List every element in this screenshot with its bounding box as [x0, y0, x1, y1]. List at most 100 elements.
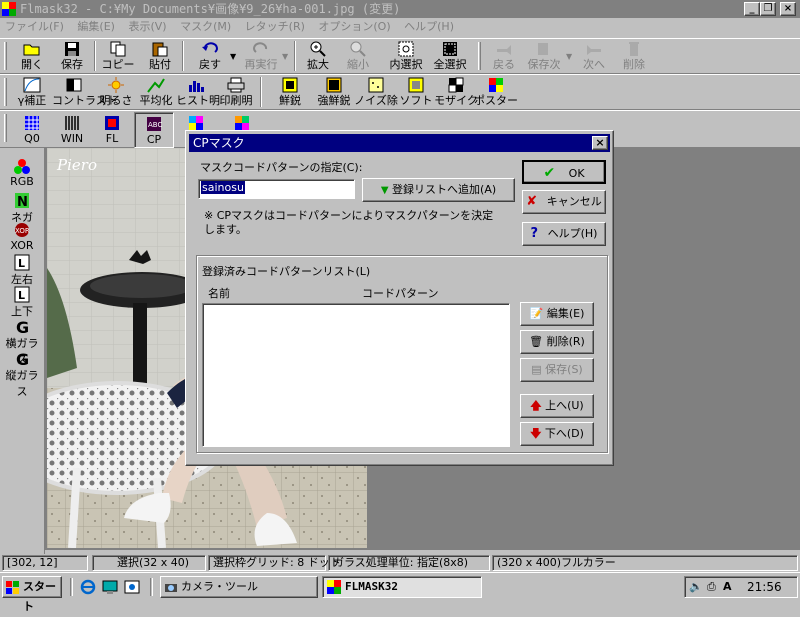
restore-button[interactable]: ❐	[760, 2, 776, 16]
save-list-button[interactable]: ▤ 保存(S)	[520, 358, 594, 382]
save-next-button[interactable]: 保存次	[522, 38, 566, 74]
column-name-header: 名前	[208, 287, 230, 300]
rgb-circles-icon	[14, 159, 30, 174]
vertical-glass-button[interactable]: G 縦ガラス	[2, 350, 42, 398]
zoom-in-button[interactable]: 拡大	[298, 38, 338, 74]
negative-button[interactable]: N ネガ	[2, 192, 42, 226]
task-flmask32-label: FLMASK32	[345, 580, 398, 593]
menu-retouch[interactable]: レタッチ(R)	[240, 20, 310, 33]
pattern-input[interactable]: sainosu	[198, 179, 355, 199]
undo-dropdown-icon[interactable]: ▼	[230, 52, 236, 61]
print-brightness-button[interactable]: 印刷明	[216, 74, 256, 110]
paste-label: 貼付	[149, 58, 171, 71]
zoom-out-button[interactable]: 縮小	[338, 38, 378, 74]
soft-button[interactable]: ソフト	[396, 74, 436, 110]
open-button[interactable]: 開く	[12, 38, 52, 74]
menu-file[interactable]: ファイル(F)	[0, 20, 69, 33]
poster-label: ポスター	[474, 94, 518, 107]
equalize-button[interactable]: 平均化	[136, 74, 176, 110]
glass-g-icon: G	[16, 350, 29, 367]
remove-button[interactable]: 🗑 削除(R)	[520, 330, 594, 354]
menu-mask[interactable]: マスク(M)	[175, 20, 236, 33]
move-up-button[interactable]: 🡅 上へ(U)	[520, 394, 594, 418]
mask-win-button[interactable]: WIN	[52, 112, 92, 148]
toolbar-grip[interactable]	[4, 42, 7, 70]
taskbar: スタート カメラ・ツール FLMASK32 🔈 ⎙ A 21:56	[0, 572, 800, 613]
dialog-close-button[interactable]: ×	[592, 136, 608, 150]
save-next-dropdown-icon[interactable]: ▼	[566, 52, 572, 61]
gamma-button[interactable]: γ補正	[12, 74, 52, 110]
toolbar-grip[interactable]	[478, 42, 481, 70]
printer-tray-icon[interactable]: ⎙	[707, 577, 716, 597]
poster-button[interactable]: ポスター	[474, 74, 518, 110]
save-button[interactable]: 保存	[52, 38, 92, 74]
speaker-icon[interactable]: 🔈	[689, 577, 703, 597]
undo-button[interactable]: 戻す	[186, 38, 234, 74]
toolbar-separator	[294, 41, 296, 71]
toolbar-grip[interactable]	[4, 78, 7, 106]
back-button[interactable]: 戻る	[484, 38, 524, 74]
ok-button[interactable]: ✔ OK	[522, 160, 606, 184]
redo-button[interactable]: 再実行	[238, 38, 284, 74]
close-window-button[interactable]: ×	[780, 2, 796, 16]
horizontal-glass-button[interactable]: G 横ガラス	[2, 318, 42, 366]
add-to-list-button[interactable]: ▼ 登録リストへ追加(A)	[362, 178, 515, 202]
clock[interactable]: 21:56	[747, 577, 782, 597]
mask-q0-button[interactable]: Q0	[12, 112, 52, 148]
edit-button[interactable]: 📝 編集(E)	[520, 302, 594, 326]
contrast-button[interactable]: コントラスト	[52, 74, 118, 110]
menu-view[interactable]: 表示(V)	[123, 20, 171, 33]
menu-edit[interactable]: 編集(E)	[72, 20, 120, 33]
copy-button[interactable]: コピー	[98, 38, 138, 74]
pattern-list[interactable]	[202, 303, 510, 447]
task-flmask32[interactable]: FLMASK32	[322, 576, 482, 598]
flip-vertical-button[interactable]: L 上下	[2, 286, 42, 320]
brightness-button[interactable]: 明るさ	[96, 74, 136, 110]
flip-horizontal-button[interactable]: L 左右	[2, 254, 42, 288]
pattern-list-label: 登録済みコードパターンリスト(L)	[202, 265, 371, 278]
ie-icon[interactable]	[80, 579, 96, 595]
photo-watermark: Piero	[56, 156, 97, 174]
next-button[interactable]: 次へ	[574, 38, 614, 74]
soft-label: ソフト	[399, 94, 433, 107]
taskbar-separator	[70, 578, 73, 596]
menu-options[interactable]: オプション(O)	[313, 20, 395, 33]
redo-dropdown-icon[interactable]: ▼	[282, 52, 288, 61]
mask-fl-button[interactable]: FL	[92, 112, 132, 148]
paste-button[interactable]: 貼付	[140, 38, 180, 74]
inner-select-button[interactable]: 内選択	[384, 38, 428, 74]
task-camera-tool[interactable]: カメラ・ツール	[160, 576, 318, 598]
mask-q0-label: Q0	[24, 132, 40, 145]
desktop-icon[interactable]	[102, 579, 118, 595]
xor-button[interactable]: XOR XOR	[2, 222, 42, 256]
input-method-icon[interactable]: A	[723, 577, 732, 597]
window-titlebar[interactable]: Flmask32 - C:¥My Documents¥画像¥9_26¥ha-00…	[0, 0, 800, 18]
status-coords: [302, 12]	[2, 555, 88, 571]
menu-help[interactable]: ヘルプ(H)	[399, 20, 459, 33]
help-button[interactable]: ? ヘルプ(H)	[522, 222, 606, 246]
status-bar: [302, 12] 選択(32 x 40) 選択枠グリッド: 8 ドット ガラス…	[0, 554, 800, 572]
sharpen-button[interactable]: 鮮鋭	[270, 74, 310, 110]
start-button[interactable]: スタート	[2, 576, 62, 613]
mosaic-button[interactable]: モザイク	[434, 74, 478, 110]
select-all-button[interactable]: 全選択	[428, 38, 472, 74]
undo-label: 戻す	[199, 58, 221, 71]
status-image-info: (320 x 400)フルカラー	[492, 555, 798, 571]
minimize-button[interactable]: _	[744, 2, 760, 16]
toolbar-grip[interactable]	[4, 114, 7, 142]
strong-sharpen-button[interactable]: 強鮮鋭	[312, 74, 356, 110]
denoise-button[interactable]: ノイズ除	[354, 74, 398, 110]
cancel-button[interactable]: ✘ キャンセル	[522, 190, 606, 214]
dialog-titlebar[interactable]: CPマスク	[189, 134, 610, 152]
histogram-button[interactable]: ヒスト明	[176, 74, 220, 110]
mask-cp-button[interactable]: ABC CP	[134, 112, 174, 148]
channel-icon[interactable]	[124, 579, 140, 595]
pattern-input-value: sainosu	[201, 181, 245, 194]
delete-button[interactable]: 削除	[614, 38, 654, 74]
svg-text:G: G	[16, 318, 29, 335]
move-down-button[interactable]: 🡇 下へ(D)	[520, 422, 594, 446]
app-icon[interactable]	[2, 2, 16, 16]
rgb-button[interactable]: RGB	[2, 158, 42, 192]
histogram-label: ヒスト明	[176, 94, 220, 107]
mosaic-color-icon	[235, 116, 249, 130]
